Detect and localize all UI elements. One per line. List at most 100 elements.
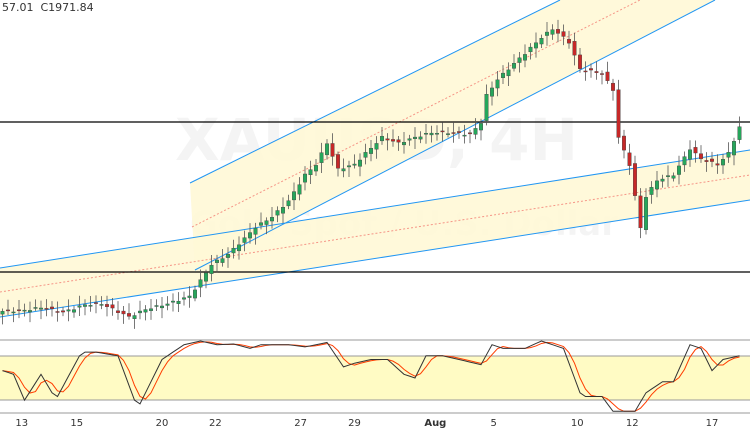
candle-down (468, 132, 473, 135)
candle-up (176, 300, 181, 304)
candle-up (275, 210, 280, 216)
candle-up (523, 54, 528, 61)
candle-down (55, 311, 60, 313)
candle-down (561, 31, 566, 37)
candle-down (44, 308, 49, 310)
candle-down (605, 71, 610, 81)
candle-up (660, 178, 665, 182)
candle-up (220, 258, 225, 263)
candle-up (231, 247, 236, 254)
candle-up (225, 254, 230, 258)
candle-down (638, 195, 643, 229)
candle-up (137, 310, 142, 314)
close-value: C1971.84 (40, 1, 94, 14)
candle-up (721, 159, 726, 166)
candle-up (209, 264, 214, 274)
candle-up (512, 63, 517, 69)
candle-up (148, 308, 153, 311)
x-tick-label: 29 (348, 418, 361, 429)
candle-up (286, 200, 291, 207)
candle-up (358, 159, 363, 167)
candle-up (187, 295, 192, 298)
candle-up (671, 175, 676, 179)
candle-up (402, 142, 407, 146)
candle-down (710, 158, 715, 162)
candle-up (281, 207, 286, 214)
candle-up (666, 175, 671, 177)
candle-down (578, 54, 583, 69)
candle-down (385, 138, 390, 141)
candle-down (616, 89, 621, 138)
candle-up (264, 220, 269, 225)
candle-down (440, 130, 445, 133)
candle-down (451, 132, 456, 134)
candle-up (352, 163, 357, 166)
candle-down (567, 38, 572, 44)
candle-up (259, 222, 264, 226)
candle-up (484, 94, 489, 121)
candle-up (726, 152, 731, 158)
candle-up (77, 305, 82, 308)
candle-up (424, 133, 429, 135)
candle-up (462, 134, 467, 137)
candle-up (363, 152, 368, 158)
candle-down (699, 153, 704, 160)
candle-up (297, 184, 302, 195)
x-tick-label: 12 (626, 418, 639, 429)
candle-up (429, 132, 434, 136)
candle-up (88, 305, 93, 307)
candle-up (539, 37, 544, 45)
candle-down (715, 163, 720, 166)
candle-down (457, 131, 462, 133)
candle-up (325, 143, 330, 156)
candle-up (71, 309, 76, 313)
candle-down (336, 154, 341, 169)
candle-down (594, 71, 599, 73)
candle-up (170, 300, 175, 303)
candle-down (600, 73, 605, 75)
candle-up (292, 191, 297, 201)
candle-up (203, 272, 208, 282)
candle-up (435, 133, 440, 135)
candle-up (99, 304, 104, 306)
x-tick-label: 10 (571, 418, 584, 429)
candle-up (479, 123, 484, 131)
time-axis[interactable]: 13 15 20 22 27 29 Aug 5 10 12 17 (15, 418, 718, 429)
candle-down (633, 163, 638, 196)
candle-up (181, 297, 186, 300)
candle-up (314, 165, 319, 172)
stoch-band (0, 356, 750, 400)
candle-down (693, 147, 698, 154)
candle-up (66, 309, 71, 312)
x-tick-label: 22 (209, 418, 222, 429)
candle-down (104, 304, 109, 307)
candle-up (308, 169, 313, 176)
candle-up (737, 126, 742, 140)
candle-up (319, 152, 324, 163)
candle-up (154, 305, 159, 307)
candle-up (517, 57, 522, 63)
candle-up (732, 141, 737, 156)
candle-up (347, 165, 352, 168)
candle-down (589, 68, 594, 71)
candle-up (644, 197, 649, 230)
candle-up (413, 136, 418, 139)
candle-down (391, 139, 396, 142)
candle-up (11, 311, 16, 314)
candle-up (550, 29, 555, 35)
candle-down (110, 304, 115, 309)
candle-down (115, 310, 120, 313)
x-tick-label: 15 (70, 418, 83, 429)
candle-down (627, 152, 632, 166)
candle-up (303, 173, 308, 183)
candle-up (165, 303, 170, 306)
candle-up (236, 244, 241, 252)
candle-up (28, 310, 33, 313)
candle-up (33, 307, 38, 309)
candle-up (132, 315, 137, 319)
candle-down (572, 41, 577, 56)
candle-up (407, 138, 412, 141)
candle-up (198, 279, 203, 288)
x-tick-label: 5 (490, 418, 496, 429)
price-chart[interactable]: XAUUSD, 4H Gold Spot / U.S. Dollar 13152… (0, 0, 750, 430)
